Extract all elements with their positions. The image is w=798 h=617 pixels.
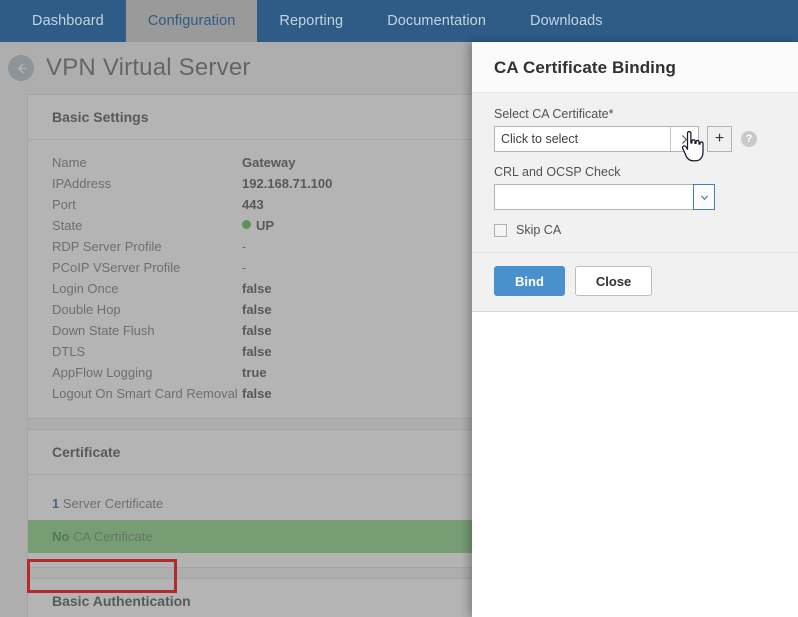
skip-ca-checkbox[interactable] xyxy=(494,223,507,237)
skip-ca-row: Skip CA xyxy=(494,223,776,252)
top-navigation-bar: Dashboard Configuration Reporting Docume… xyxy=(0,0,798,42)
tab-downloads[interactable]: Downloads xyxy=(508,0,625,42)
nav-left-spacer xyxy=(0,0,10,42)
dialog-empty-area xyxy=(472,312,798,617)
select-ca-certificate-combo[interactable] xyxy=(494,126,699,152)
ca-certificate-binding-dialog: CA Certificate Binding Select CA Certifi… xyxy=(472,42,798,617)
add-ca-certificate-button[interactable]: + xyxy=(707,126,732,152)
tab-configuration[interactable]: Configuration xyxy=(125,0,258,42)
crl-ocsp-check-row xyxy=(494,184,776,210)
dialog-form: Select CA Certificate* + ? CRL and OCSP … xyxy=(472,93,798,253)
question-mark-icon[interactable]: ? xyxy=(741,131,757,147)
bind-button[interactable]: Bind xyxy=(494,266,565,296)
crl-ocsp-check-select[interactable] xyxy=(494,184,715,210)
select-ca-certificate-row: + ? xyxy=(494,126,776,152)
tab-dashboard[interactable]: Dashboard xyxy=(10,0,126,42)
plus-icon: + xyxy=(714,130,725,147)
select-ca-certificate-input[interactable] xyxy=(495,127,670,151)
crl-ocsp-check-label: CRL and OCSP Check xyxy=(494,165,621,179)
chevron-down-icon[interactable] xyxy=(693,184,715,210)
tab-reporting[interactable]: Reporting xyxy=(257,0,365,42)
skip-ca-label: Skip CA xyxy=(516,223,562,237)
dialog-title: CA Certificate Binding xyxy=(494,58,676,77)
chevron-right-icon[interactable] xyxy=(670,127,698,151)
tab-documentation[interactable]: Documentation xyxy=(365,0,508,42)
crl-ocsp-check-value xyxy=(495,185,693,209)
select-ca-certificate-label: Select CA Certificate* xyxy=(494,107,614,121)
dialog-header: CA Certificate Binding xyxy=(472,42,798,93)
close-button[interactable]: Close xyxy=(574,266,653,296)
dialog-action-bar: Bind Close xyxy=(472,253,798,312)
